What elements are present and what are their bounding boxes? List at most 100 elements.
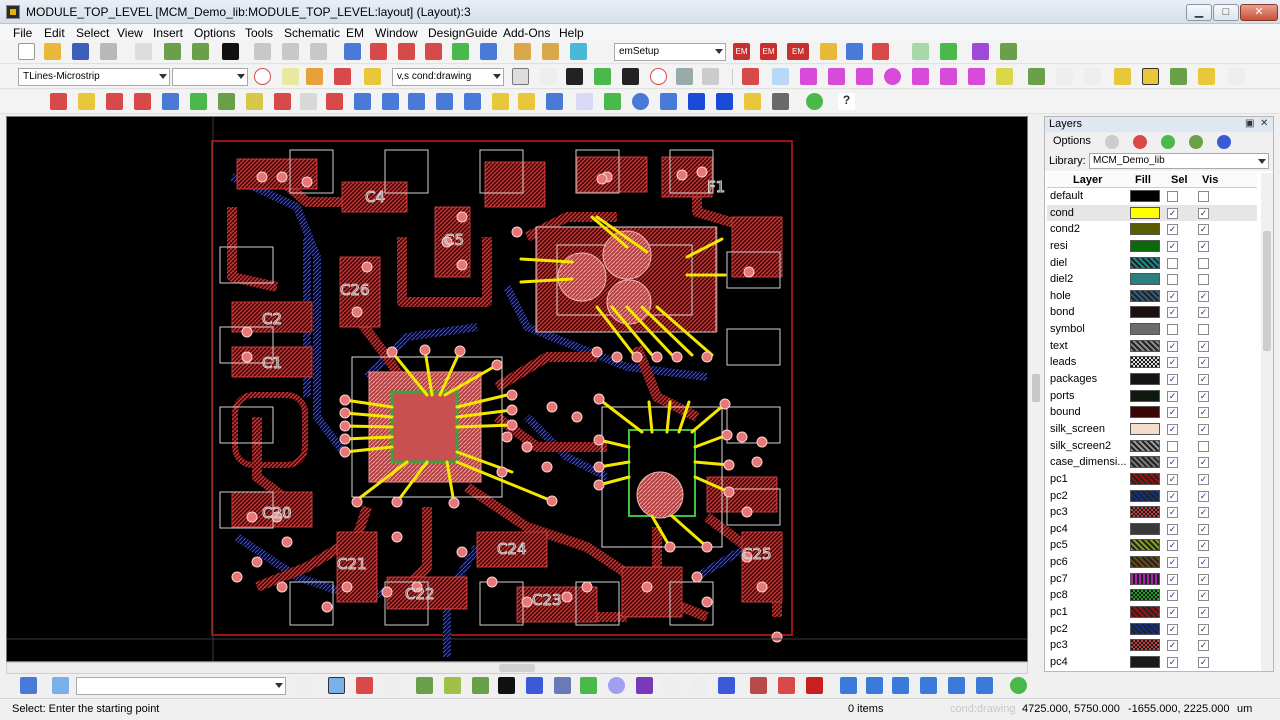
layer-fill-swatch[interactable] [1130, 489, 1160, 502]
zoom-out-icon[interactable] [425, 43, 442, 60]
layer-visible-checkbox[interactable]: ✓ [1198, 290, 1209, 302]
layer-visible-checkbox[interactable]: ✓ [1198, 407, 1209, 419]
align-base-icon[interactable] [976, 677, 993, 694]
layer-select-checkbox[interactable] [1167, 440, 1178, 452]
close-icon[interactable]: ✕ [1260, 118, 1268, 129]
scale-icon[interactable] [662, 677, 679, 694]
layer-select-checkbox[interactable]: ✓ [1167, 423, 1178, 435]
float-icon[interactable]: ▣ [1245, 118, 1254, 129]
layer-row[interactable]: pc2 ✓ ✓ [1047, 621, 1257, 638]
layer-visible-checkbox[interactable]: ✓ [1198, 340, 1209, 352]
intersection-snap-icon[interactable] [566, 68, 583, 85]
layer-row[interactable]: case_dimensi... ✓ ✓ [1047, 454, 1257, 471]
layer-visible-checkbox[interactable] [1198, 440, 1209, 452]
command-combo[interactable] [76, 677, 286, 695]
port-icon[interactable] [254, 68, 271, 85]
scroll-thumb[interactable] [1032, 374, 1040, 402]
palette-combo[interactable]: TLines-Microstrip [18, 68, 170, 86]
align-right-icon[interactable] [354, 93, 371, 110]
layer-visible-checkbox[interactable]: ✓ [1198, 607, 1209, 619]
layer-fill-swatch[interactable] [1130, 655, 1160, 668]
layer-row[interactable]: cond2 ✓ ✓ [1047, 221, 1257, 238]
design-rule-icon[interactable] [772, 93, 789, 110]
ports-editor-icon[interactable] [846, 43, 863, 60]
delete-icon[interactable] [222, 43, 239, 60]
layer-fill-swatch[interactable] [1130, 273, 1160, 286]
layer-fill-swatch[interactable] [1130, 456, 1160, 469]
layer-fill-swatch[interactable] [1130, 356, 1160, 369]
menu-insert[interactable]: Insert [153, 26, 183, 40]
edit-vertex-icon[interactable] [690, 677, 707, 694]
em-view-icon[interactable]: EM [787, 43, 809, 60]
net-icon[interactable] [660, 93, 677, 110]
print-icon[interactable] [100, 43, 117, 60]
help-icon[interactable]: ? [838, 93, 855, 110]
shrink-icon[interactable] [518, 93, 535, 110]
layer-fill-swatch[interactable] [1130, 439, 1160, 452]
menu-schematic[interactable]: Schematic [284, 26, 340, 40]
boolean-icon[interactable] [1198, 68, 1215, 85]
move-right-icon[interactable] [472, 677, 489, 694]
layer-fill-swatch[interactable] [1130, 373, 1160, 386]
scroll-thumb[interactable] [1263, 231, 1271, 351]
pin-icon[interactable] [744, 93, 761, 110]
delete-icon[interactable] [498, 677, 515, 694]
move-icon[interactable] [164, 43, 181, 60]
align-icon[interactable] [1170, 68, 1187, 85]
library-combo[interactable]: MCM_Demo_lib [1089, 153, 1269, 169]
layer-row[interactable]: cond ✓ ✓ [1047, 204, 1257, 222]
layer-select-checkbox[interactable]: ✓ [1167, 307, 1178, 319]
layout-icon[interactable] [576, 93, 593, 110]
layer-visible-checkbox[interactable]: ✓ [1198, 656, 1209, 668]
undo-icon[interactable] [254, 43, 271, 60]
measure-icon[interactable] [772, 68, 789, 85]
refresh-icon[interactable] [1010, 677, 1027, 694]
em-options-icon[interactable] [872, 43, 889, 60]
grid-snap-icon[interactable] [702, 68, 719, 85]
layers-options-menu[interactable]: Options [1053, 135, 1091, 147]
stack-icon[interactable] [554, 677, 571, 694]
layer-select-checkbox[interactable]: ✓ [1167, 290, 1178, 302]
layer-visible-checkbox[interactable]: ✓ [1198, 640, 1209, 652]
layer-select-checkbox[interactable]: ✓ [1167, 540, 1178, 552]
layer-visible-checkbox[interactable]: ✓ [1198, 573, 1209, 585]
layer-select-checkbox[interactable]: ✓ [1167, 224, 1178, 236]
maximize-button[interactable]: □ [1213, 4, 1239, 21]
layer-visible-checkbox[interactable]: ✓ [1198, 423, 1209, 435]
layer-visible-checkbox[interactable]: ✓ [1198, 307, 1209, 319]
layer-row[interactable]: pc5 ✓ ✓ [1047, 537, 1257, 554]
layer-select-checkbox[interactable]: ✓ [1167, 490, 1178, 502]
polygon-icon[interactable] [828, 68, 845, 85]
layer-row[interactable]: pc3 ✓ ✓ [1047, 637, 1257, 654]
layer-select-checkbox[interactable]: ✓ [1167, 590, 1178, 602]
path-icon[interactable] [968, 68, 985, 85]
copy-array-icon[interactable] [78, 93, 95, 110]
layer-select-checkbox[interactable]: ✓ [1167, 240, 1178, 252]
layer-row[interactable]: silk_screen2 [1047, 438, 1257, 455]
align-edge-icon[interactable] [920, 677, 937, 694]
layer-fill-swatch[interactable] [1130, 339, 1160, 352]
layer-select-checkbox[interactable]: ✓ [1167, 557, 1178, 569]
angle-icon[interactable] [1228, 68, 1245, 85]
center-snap-icon[interactable] [650, 68, 667, 85]
polyline-icon[interactable] [856, 68, 873, 85]
highlight-icon[interactable] [1114, 68, 1131, 85]
move-left-icon[interactable] [416, 677, 433, 694]
align-left-icon[interactable] [300, 93, 317, 110]
layout-canvas[interactable]: C4 C5 C26 C2 C1 F1 C20 C21 C22 C23 C24 C… [6, 116, 1028, 662]
snap-mode-icon[interactable] [540, 68, 557, 85]
select-filter-icon[interactable] [328, 677, 345, 694]
trace-icon[interactable] [800, 68, 817, 85]
layer-row[interactable]: pc1 ✓ ✓ [1047, 604, 1257, 621]
layer-select-checkbox[interactable] [1167, 274, 1178, 286]
layer-select-checkbox[interactable] [1167, 191, 1178, 202]
find-icon[interactable] [632, 93, 649, 110]
snap-icon[interactable] [356, 677, 373, 694]
menu-select[interactable]: Select [76, 26, 109, 40]
layer-visible-checkbox[interactable]: ✓ [1198, 623, 1209, 635]
layer-fill-swatch[interactable] [1130, 589, 1160, 602]
em-simulate-icon[interactable]: EM [733, 43, 750, 60]
ground-icon[interactable] [282, 68, 299, 85]
layer-fill-swatch[interactable] [1130, 472, 1160, 485]
layer-visible-checkbox[interactable]: ✓ [1198, 490, 1209, 502]
